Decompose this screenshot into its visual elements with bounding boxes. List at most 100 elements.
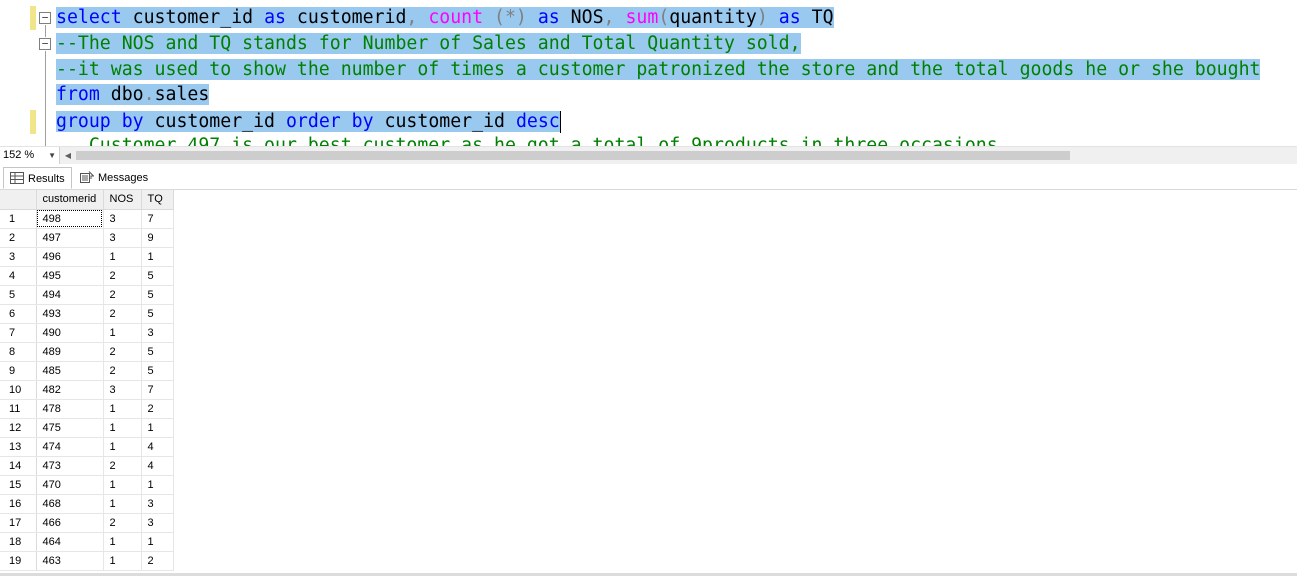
cell-customerid[interactable]: 498 xyxy=(36,209,104,229)
table-row[interactable]: 17 466 2 3 xyxy=(0,513,174,533)
row-number-cell[interactable]: 1 xyxy=(0,209,37,229)
table-row[interactable]: 10 482 3 7 xyxy=(0,380,174,400)
table-row[interactable]: 6 493 2 5 xyxy=(0,304,174,324)
cell-customerid[interactable]: 482 xyxy=(36,380,104,400)
cell-customerid[interactable]: 497 xyxy=(36,228,104,248)
cell-nos[interactable]: 1 xyxy=(103,532,142,552)
cell-tq[interactable]: 5 xyxy=(141,266,174,286)
scroll-left-arrow-icon[interactable]: ◀ xyxy=(63,147,73,164)
row-number-cell[interactable]: 6 xyxy=(0,304,37,324)
tab-results[interactable]: Results xyxy=(3,167,72,189)
table-row[interactable]: 5 494 2 5 xyxy=(0,285,174,305)
cell-customerid[interactable]: 464 xyxy=(36,532,104,552)
row-number-cell[interactable]: 9 xyxy=(0,361,37,381)
table-row[interactable]: 15 470 1 1 xyxy=(0,475,174,495)
row-number-cell[interactable]: 7 xyxy=(0,323,37,343)
cell-nos[interactable]: 3 xyxy=(103,228,142,248)
row-number-cell[interactable]: 12 xyxy=(0,418,37,438)
row-number-cell[interactable]: 8 xyxy=(0,342,37,362)
row-number-cell[interactable]: 15 xyxy=(0,475,37,495)
row-number-cell[interactable]: 13 xyxy=(0,437,37,457)
cell-tq[interactable]: 3 xyxy=(141,494,174,514)
row-number-cell[interactable]: 11 xyxy=(0,399,37,419)
cell-nos[interactable]: 3 xyxy=(103,380,142,400)
cell-nos[interactable]: 1 xyxy=(103,418,142,438)
cell-tq[interactable]: 7 xyxy=(141,209,174,229)
table-row[interactable]: 16 468 1 3 xyxy=(0,494,174,514)
cell-nos[interactable]: 1 xyxy=(103,437,142,457)
cell-tq[interactable]: 5 xyxy=(141,304,174,324)
column-header-nos[interactable]: NOS xyxy=(103,190,142,210)
zoom-dropdown[interactable]: 152 % ▼ xyxy=(0,147,60,164)
table-row[interactable]: 14 473 2 4 xyxy=(0,456,174,476)
cell-nos[interactable]: 1 xyxy=(103,475,142,495)
cell-customerid[interactable]: 478 xyxy=(36,399,104,419)
row-number-cell[interactable]: 16 xyxy=(0,494,37,514)
cell-nos[interactable]: 1 xyxy=(103,494,142,514)
code-line[interactable]: --it was used to show the number of time… xyxy=(56,58,1261,82)
cell-tq[interactable]: 4 xyxy=(141,437,174,457)
cell-nos[interactable]: 1 xyxy=(103,323,142,343)
cell-tq[interactable]: 2 xyxy=(141,551,174,571)
column-header-customerid[interactable]: customerid xyxy=(36,190,104,210)
cell-tq[interactable]: 4 xyxy=(141,456,174,476)
tab-messages[interactable]: Messages xyxy=(74,167,154,189)
cell-tq[interactable]: 5 xyxy=(141,361,174,381)
table-row[interactable]: 3 496 1 1 xyxy=(0,247,174,267)
code-line[interactable]: group by customer_id order by customer_i… xyxy=(56,110,561,134)
cell-tq[interactable]: 1 xyxy=(141,475,174,495)
cell-nos[interactable]: 1 xyxy=(103,551,142,571)
cell-nos[interactable]: 2 xyxy=(103,513,142,533)
cell-customerid[interactable]: 474 xyxy=(36,437,104,457)
query-editor[interactable]: − − select customer_id as customerid, co… xyxy=(0,0,1297,146)
cell-nos[interactable]: 2 xyxy=(103,342,142,362)
collapse-icon[interactable]: − xyxy=(39,38,51,50)
collapse-icon[interactable]: − xyxy=(39,12,51,24)
cell-customerid[interactable]: 466 xyxy=(36,513,104,533)
column-header-tq[interactable]: TQ xyxy=(141,190,174,210)
cell-customerid[interactable]: 463 xyxy=(36,551,104,571)
table-row[interactable]: 12 475 1 1 xyxy=(0,418,174,438)
table-row[interactable]: 11 478 1 2 xyxy=(0,399,174,419)
row-number-cell[interactable]: 17 xyxy=(0,513,37,533)
cell-customerid[interactable]: 495 xyxy=(36,266,104,286)
row-number-cell[interactable]: 14 xyxy=(0,456,37,476)
table-row[interactable]: 2 497 3 9 xyxy=(0,228,174,248)
row-number-cell[interactable]: 18 xyxy=(0,532,37,552)
cell-customerid[interactable]: 493 xyxy=(36,304,104,324)
cell-customerid[interactable]: 473 xyxy=(36,456,104,476)
cell-tq[interactable]: 5 xyxy=(141,342,174,362)
row-number-cell[interactable]: 10 xyxy=(0,380,37,400)
table-row[interactable]: 4 495 2 5 xyxy=(0,266,174,286)
table-row[interactable]: 8 489 2 5 xyxy=(0,342,174,362)
cell-customerid[interactable]: 489 xyxy=(36,342,104,362)
cell-tq[interactable]: 3 xyxy=(141,513,174,533)
table-row[interactable]: 1 498 3 7 xyxy=(0,209,174,229)
results-grid[interactable]: customerid NOS TQ 1 498 3 7 2 497 3 9 3 496 1 1 4 495… xyxy=(0,190,1297,576)
table-row[interactable]: 18 464 1 1 xyxy=(0,532,174,552)
cell-tq[interactable]: 1 xyxy=(141,532,174,552)
cell-tq[interactable]: 7 xyxy=(141,380,174,400)
code-line[interactable]: select customer_id as customerid, count … xyxy=(56,6,834,30)
cell-nos[interactable]: 2 xyxy=(103,285,142,305)
cell-tq[interactable]: 1 xyxy=(141,418,174,438)
cell-customerid[interactable]: 490 xyxy=(36,323,104,343)
table-row[interactable]: 13 474 1 4 xyxy=(0,437,174,457)
cell-nos[interactable]: 2 xyxy=(103,361,142,381)
cell-nos[interactable]: 2 xyxy=(103,304,142,324)
row-number-cell[interactable]: 4 xyxy=(0,266,37,286)
cell-nos[interactable]: 2 xyxy=(103,266,142,286)
cell-nos[interactable]: 1 xyxy=(103,399,142,419)
horizontal-scrollbar-thumb[interactable] xyxy=(76,151,1070,160)
row-number-header[interactable] xyxy=(0,190,37,210)
cell-customerid[interactable]: 485 xyxy=(36,361,104,381)
table-row[interactable]: 7 490 1 3 xyxy=(0,323,174,343)
cell-nos[interactable]: 3 xyxy=(103,209,142,229)
table-row[interactable]: 19 463 1 2 xyxy=(0,551,174,571)
row-number-cell[interactable]: 3 xyxy=(0,247,37,267)
cell-tq[interactable]: 5 xyxy=(141,285,174,305)
cell-customerid[interactable]: 494 xyxy=(36,285,104,305)
cell-customerid[interactable]: 496 xyxy=(36,247,104,267)
row-number-cell[interactable]: 19 xyxy=(0,551,37,571)
row-number-cell[interactable]: 5 xyxy=(0,285,37,305)
